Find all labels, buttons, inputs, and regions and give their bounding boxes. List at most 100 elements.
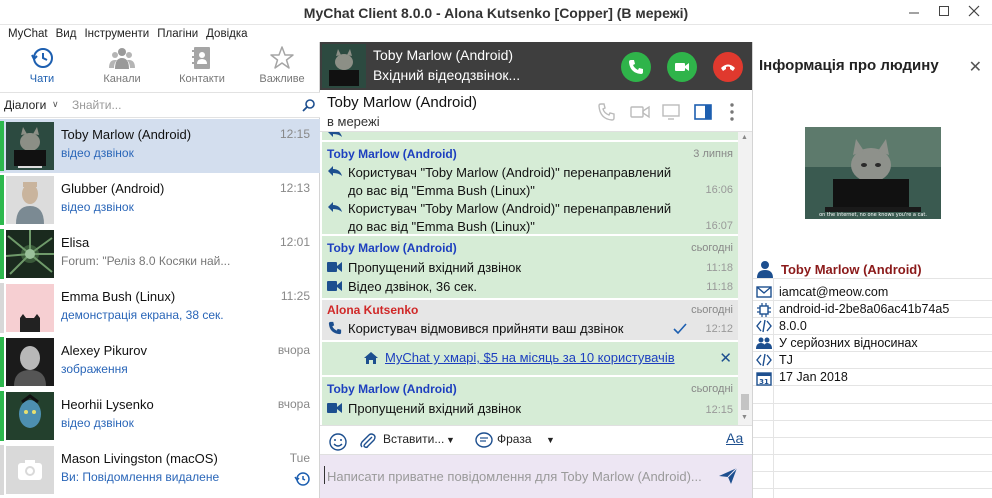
scroll-up-icon[interactable]: ▲ <box>741 134 748 141</box>
chat-name: Glubber (Android) <box>61 181 165 196</box>
search-button[interactable] <box>302 98 316 115</box>
left-pane: Чати Канали Контакти Важливе Діалоги ∨ З… <box>0 42 320 498</box>
chat-list-item[interactable]: Emma Bush (Linux) демонстрація екрана, 3… <box>0 281 320 335</box>
minimize-button[interactable] <box>900 2 930 22</box>
avatar <box>6 392 54 440</box>
message-scrollbar[interactable]: ▲ ▼ <box>738 132 752 425</box>
toggle-info-panel-icon[interactable] <box>693 102 713 122</box>
menu-tools[interactable]: Інструменти <box>84 26 149 42</box>
chat-last-message: демонстрація екрана, 38 сек. <box>61 308 224 322</box>
promo-close-button[interactable]: ✕ <box>719 349 732 367</box>
message-block-previous <box>322 132 738 140</box>
promo-link[interactable]: MyChat у хмарі, $5 на місяць за 10 корис… <box>385 350 675 365</box>
message-date: сьогодні <box>691 304 733 316</box>
video-camera-icon <box>327 403 342 413</box>
menu-view[interactable]: Вид <box>56 26 77 42</box>
message[interactable]: Відео дзвінок, 36 сек. 11:18 <box>327 278 733 296</box>
menu-help[interactable]: Довідка <box>206 26 247 42</box>
close-window-button[interactable] <box>960 2 990 22</box>
composer-toolbar: Вставити... ▼ Фраза ▼ Аа <box>320 425 752 455</box>
message-time: 16:06 <box>705 184 733 196</box>
send-icon[interactable] <box>718 467 738 485</box>
history-clock-icon <box>31 48 53 68</box>
message-time: 12:12 <box>705 323 733 335</box>
emoji-icon[interactable] <box>328 432 348 452</box>
chat-list-item[interactable]: Elisa Forum: "Реліз 8.0 Косяки най... 12… <box>0 227 320 281</box>
menu-mychat[interactable]: MyChat <box>8 26 48 42</box>
avatar <box>6 122 54 170</box>
dialogs-dropdown[interactable]: Діалоги <box>4 98 46 112</box>
caller-name: Toby Marlow (Android) <box>373 47 514 63</box>
chat-last-message: Forum: "Реліз 8.0 Косяки най... <box>61 254 231 268</box>
chat-time: 12:01 <box>279 235 310 249</box>
message[interactable]: Пропущений вхідний дзвінок 12:15 <box>327 400 733 418</box>
avatar <box>6 338 54 386</box>
nav-tabs: Чати Канали Контакти Важливе <box>0 42 320 90</box>
tab-chats-label: Чати <box>29 73 55 85</box>
incoming-call-bar: Toby Marlow (Android) Вхідний відеодзвін… <box>320 42 752 90</box>
more-menu-icon[interactable] <box>728 102 736 122</box>
chat-partner-name: Toby Marlow (Android) <box>327 94 478 111</box>
video-camera-icon <box>675 63 689 71</box>
message-author: Toby Marlow (Android) <box>327 241 457 255</box>
insert-button[interactable]: Вставити... <box>383 432 444 446</box>
maximize-button[interactable] <box>930 2 960 22</box>
reject-call-button[interactable] <box>713 52 743 82</box>
code-icon <box>756 353 772 367</box>
phone-icon[interactable] <box>597 102 617 122</box>
chat-list-item[interactable]: Glubber (Android) відео дзвінок 12:13 <box>0 173 320 227</box>
chevron-down-icon: ∨ <box>52 99 59 109</box>
chat-list-item[interactable]: Toby Marlow (Android) відео дзвінок 12:1… <box>0 119 320 173</box>
video-camera-icon[interactable] <box>629 102 651 122</box>
people-icon <box>756 337 772 349</box>
info-row-version: 8.0.0 <box>753 318 992 335</box>
chat-time: 12:15 <box>279 127 310 141</box>
tab-chats[interactable]: Чати <box>4 42 80 90</box>
message[interactable]: Пропущений вхідний дзвінок 11:18 <box>327 259 733 277</box>
svg-text:31: 31 <box>759 378 769 386</box>
message[interactable]: Користувач "Toby Marlow (Android)" перен… <box>327 164 733 200</box>
chat-last-message: зображення <box>61 362 128 376</box>
chat-list-item[interactable]: Alexey Pikurov зображення вчора <box>0 335 320 389</box>
close-info-panel-button[interactable]: ✕ <box>969 57 982 77</box>
caller-avatar <box>322 44 366 88</box>
video-camera-icon <box>327 262 342 272</box>
screen-share-icon[interactable] <box>661 102 681 122</box>
online-status-stripe <box>0 175 4 225</box>
tab-contacts[interactable]: Контакти <box>164 42 240 90</box>
chat-filter-bar: Діалоги ∨ Знайти... <box>0 92 320 118</box>
chat-list-item[interactable]: Heorhii Lysenko відео дзвінок вчора <box>0 389 320 443</box>
search-input[interactable]: Знайти... <box>72 98 121 112</box>
birthday-value: 17 Jan 2018 <box>779 370 848 384</box>
channels-people-icon <box>109 48 135 69</box>
tab-channels[interactable]: Канали <box>84 42 160 90</box>
scrollbar-thumb[interactable] <box>741 394 749 410</box>
online-status-stripe <box>0 337 4 387</box>
accept-video-call-button[interactable] <box>667 52 697 82</box>
call-status: Вхідний відеодзвінок... <box>373 67 521 83</box>
chat-list-item[interactable]: Mason Livingston (macOS) Ви: Повідомленн… <box>0 443 320 497</box>
message-text: Пропущений вхідний дзвінок <box>348 401 522 416</box>
menu-plugins[interactable]: Плагіни <box>157 26 198 42</box>
chat-time: вчора <box>277 397 310 411</box>
nickname-value: TJ <box>779 353 793 367</box>
phrase-button[interactable]: Фраза <box>497 432 532 446</box>
message-area: Toby Marlow (Android) 3 липня Користувач… <box>322 132 738 425</box>
offline-status-stripe <box>0 445 4 495</box>
chat-partner-status: в мережі <box>327 114 380 129</box>
version-value: 8.0.0 <box>779 319 807 333</box>
chat-header: Toby Marlow (Android) в мережі <box>320 90 752 132</box>
message-input-placeholder: Написати приватне повідомлення для Toby … <box>327 469 702 484</box>
message-input[interactable]: Написати приватне повідомлення для Toby … <box>320 455 752 498</box>
font-settings-button[interactable]: Аа <box>726 430 743 446</box>
tab-important[interactable]: Важливе <box>244 42 320 90</box>
message-text: Користувач "Toby Marlow (Android)" перен… <box>348 201 672 234</box>
message[interactable]: Користувач відмовився прийняти ваш дзвін… <box>327 320 733 338</box>
accept-audio-call-button[interactable] <box>621 52 651 82</box>
message[interactable]: Користувач "Toby Marlow (Android)" перен… <box>327 200 733 236</box>
scroll-down-icon[interactable]: ▼ <box>741 414 748 421</box>
person-icon <box>757 261 773 278</box>
email-value[interactable]: iamcat@meow.com <box>779 285 888 299</box>
star-icon <box>270 46 294 69</box>
chat-name: Toby Marlow (Android) <box>61 127 192 142</box>
